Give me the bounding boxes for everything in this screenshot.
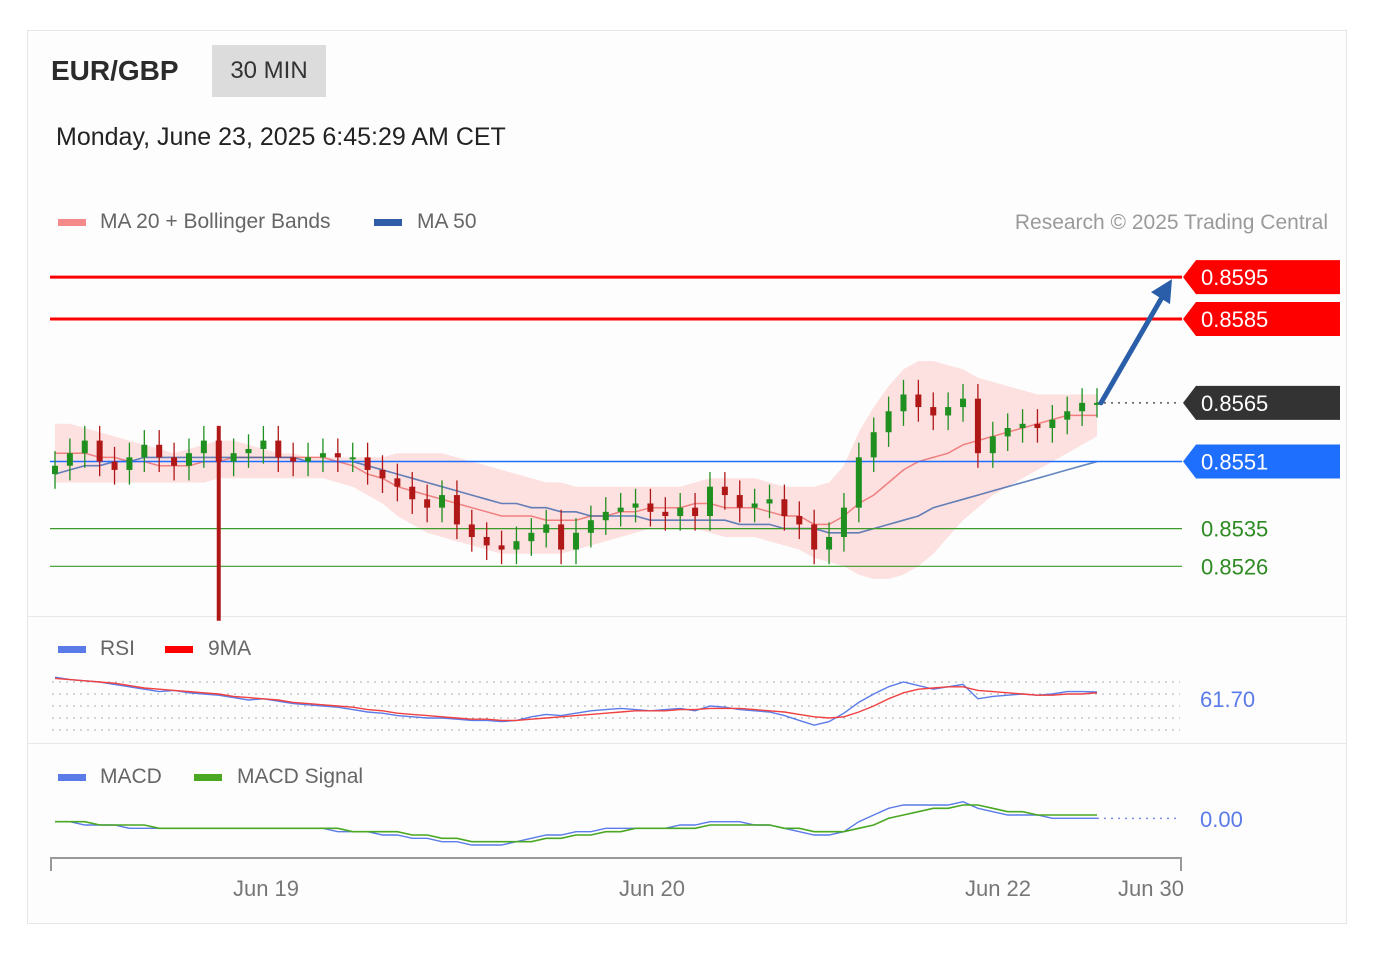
projection-arrow (1098, 289, 1168, 406)
candle-body (766, 499, 773, 504)
support-1-label: 0.8535 (1201, 517, 1268, 542)
candle-body (1049, 419, 1056, 429)
resistance-2-badge-text: 0.8585 (1201, 307, 1268, 332)
macd-signal-line (55, 804, 1097, 843)
candle-body (721, 486, 728, 496)
candle-body (945, 407, 952, 416)
candle-body (379, 469, 386, 479)
candle-body (126, 457, 133, 470)
candle-body (483, 536, 490, 546)
candle-body (811, 524, 818, 550)
candle-body (409, 486, 416, 500)
candle-body (826, 536, 833, 550)
candle-body (781, 499, 788, 517)
candle-body (706, 486, 713, 517)
candle-body (692, 507, 699, 517)
candle-body (111, 461, 118, 470)
candle-body (915, 394, 922, 408)
candle-body (156, 444, 163, 458)
candle-body (1079, 402, 1086, 412)
rsi-line (54, 676, 1098, 726)
candle-body (334, 453, 341, 458)
candle-body (260, 440, 267, 449)
candle-body (1004, 428, 1011, 437)
candle-body (305, 457, 312, 462)
x-tick-label: Jun 22 (965, 876, 1031, 901)
candle-body (930, 407, 937, 416)
candle-body (677, 507, 684, 517)
candle-body (751, 503, 758, 508)
candle-body (394, 478, 401, 487)
chart-canvas: 0.8595 0.8585 0.8565 0.8551 0.8535 0.8526 61.… (50, 260, 1340, 901)
candle-body (215, 440, 222, 462)
rsi-ma-line (54, 677, 1098, 722)
candle-body (989, 436, 996, 454)
candle-body (364, 457, 371, 470)
candle-body (52, 465, 58, 475)
candle-body (587, 520, 594, 533)
resistance-1-badge: 0.8595 (1183, 260, 1340, 295)
candle-body (736, 495, 743, 508)
last-price-badge-text: 0.8565 (1201, 391, 1268, 416)
candle-body (468, 524, 475, 537)
support-2-label: 0.8526 (1201, 554, 1268, 579)
candle-body (275, 440, 282, 458)
candle-body (498, 545, 505, 550)
candle-body (528, 532, 535, 542)
macd-panel: 0.00 (55, 800, 1243, 846)
candle-body (200, 440, 207, 454)
candle-body (513, 541, 520, 550)
candle-body (1064, 411, 1071, 420)
macd-value-label: 0.00 (1200, 807, 1243, 832)
candle-body (602, 511, 609, 521)
candle-body (543, 524, 550, 533)
pivot-badge-text: 0.8551 (1201, 450, 1268, 475)
candle-body (141, 444, 148, 458)
x-tick-label: Jun 30 (1118, 876, 1184, 901)
resistance-1-badge-text: 0.8595 (1201, 265, 1268, 290)
candle-body (662, 511, 669, 517)
candle-body (1019, 423, 1026, 429)
candle (215, 425, 222, 621)
candle-body (900, 394, 907, 412)
x-axis: Jun 19 Jun 20 Jun 22 Jun 30 (50, 857, 1184, 901)
pivot-badge: 0.8551 (1183, 444, 1340, 479)
candle-body (453, 495, 460, 525)
candle-body (974, 398, 981, 454)
resistance-2-badge: 0.8585 (1183, 302, 1340, 337)
x-tick-label: Jun 19 (233, 876, 299, 901)
candle-body (171, 457, 178, 466)
candle-body (855, 457, 862, 508)
candle-body (617, 507, 624, 512)
candle-body (870, 432, 877, 458)
candle-body (885, 411, 892, 433)
candle-body (349, 457, 356, 460)
candle-body (558, 524, 565, 550)
x-tick-label: Jun 20 (619, 876, 685, 901)
candle-body (632, 503, 639, 508)
candle-body (319, 453, 326, 458)
last-price-badge: 0.8565 (1183, 385, 1340, 420)
candle-body (647, 503, 654, 512)
candle-body (424, 499, 431, 508)
candle-body (1034, 423, 1041, 429)
candle-body (230, 453, 237, 462)
rsi-panel: 61.70 (52, 676, 1255, 731)
candle-body (290, 457, 297, 462)
price-panel: 0.8595 0.8585 0.8565 0.8551 0.8535 0.8526 (50, 260, 1340, 621)
candle-body (960, 398, 967, 408)
candle-body (96, 440, 103, 462)
candle-body (573, 532, 579, 550)
candle-body (245, 448, 252, 454)
candle-body (81, 440, 88, 454)
candle-body (439, 495, 446, 508)
candle-body (185, 453, 192, 466)
candle-body (66, 453, 73, 466)
candle-body (796, 516, 803, 525)
rsi-value-label: 61.70 (1200, 687, 1255, 712)
candle-body (840, 507, 847, 537)
